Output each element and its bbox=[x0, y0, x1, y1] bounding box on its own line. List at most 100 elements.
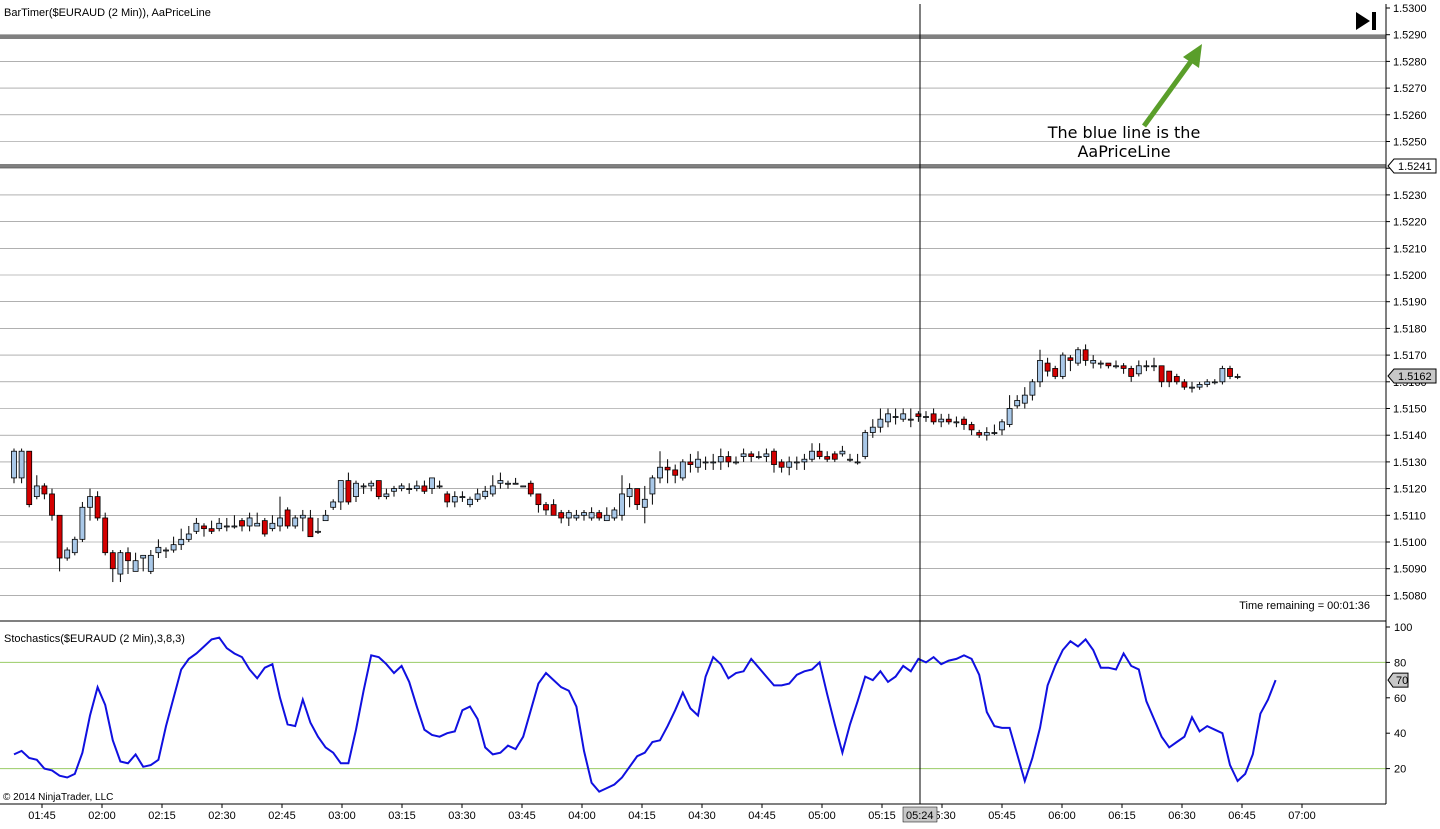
candle-body bbox=[641, 498, 648, 508]
price-line-tag: 1.5241 bbox=[1387, 158, 1437, 174]
candle-body bbox=[208, 528, 215, 532]
price-y-axis: 1.5300 1.5290 1.5280 1.5270 1.5260 1.5250 1.52… bbox=[1386, 3, 1427, 602]
last-price-tag-text: 1.5162 bbox=[1398, 371, 1432, 383]
candle-body bbox=[991, 432, 998, 434]
candle-body bbox=[649, 477, 656, 495]
stoch-panel: 100 80 60 40 20 Stochastics($EURAUD (2 Min),… bbox=[0, 620, 1412, 803]
candle-body bbox=[353, 482, 359, 498]
candle-body bbox=[809, 450, 815, 460]
candle-body bbox=[132, 560, 139, 572]
candle-body bbox=[1204, 381, 1211, 385]
candle-body bbox=[725, 456, 732, 463]
candle-body bbox=[451, 496, 458, 503]
candle-body bbox=[239, 520, 245, 527]
candle-body bbox=[543, 504, 549, 511]
stoch-panel-title: Stochastics($EURAUD (2 Min),3,8,3) bbox=[4, 633, 185, 645]
candle-body bbox=[945, 418, 952, 423]
candle-body bbox=[968, 424, 975, 431]
candle-body bbox=[1052, 368, 1059, 377]
candle-body bbox=[459, 496, 466, 499]
candle-body bbox=[748, 453, 755, 457]
candle-body bbox=[41, 485, 48, 495]
price-tick-label: 1.5090 bbox=[1393, 564, 1427, 576]
candle-body bbox=[1105, 362, 1112, 367]
candle-body bbox=[588, 512, 595, 519]
candle-body bbox=[664, 466, 671, 471]
candle-body bbox=[178, 538, 185, 546]
candle-body bbox=[983, 432, 990, 436]
x-tick-label: 06:00 bbox=[1048, 810, 1076, 822]
last-price-tag: 1.5162 bbox=[1387, 368, 1437, 384]
stoch-value-tag: 70 bbox=[1387, 672, 1409, 688]
candle-body bbox=[201, 525, 207, 530]
stoch-tick-label: 40 bbox=[1394, 728, 1406, 740]
x-tick-label: 06:45 bbox=[1228, 810, 1256, 822]
x-tick-label: 05:00 bbox=[808, 810, 836, 822]
candle-body bbox=[1128, 368, 1135, 377]
candle-body bbox=[117, 552, 124, 575]
price-panel: 1.5300 1.5290 1.5280 1.5270 1.5260 1.5250 1.52… bbox=[0, 3, 1437, 620]
candle-body bbox=[368, 482, 375, 487]
candle-body bbox=[125, 552, 131, 562]
candle-body bbox=[383, 493, 390, 498]
candle-body bbox=[1181, 381, 1188, 388]
end-bar-icon bbox=[1372, 12, 1376, 30]
stoch-y-axis: 100 80 60 40 20 bbox=[1386, 622, 1412, 776]
candle-body bbox=[1014, 400, 1021, 407]
candle-body bbox=[1067, 357, 1074, 361]
x-tick-label: 04:45 bbox=[748, 810, 776, 822]
candle-body bbox=[18, 450, 25, 479]
price-tick-label: 1.5270 bbox=[1393, 83, 1427, 95]
candle-body bbox=[527, 482, 534, 495]
candle-body bbox=[1075, 349, 1081, 364]
candle-body bbox=[1211, 381, 1218, 384]
candle-body bbox=[26, 450, 33, 506]
candle-body bbox=[657, 466, 663, 479]
candle-body bbox=[695, 458, 701, 468]
candle-body bbox=[1189, 386, 1195, 389]
candle-body bbox=[1082, 349, 1089, 361]
candle-body bbox=[710, 461, 717, 464]
candle-body bbox=[1219, 368, 1226, 383]
x-tick-label: 06:30 bbox=[1168, 810, 1196, 822]
candle-body bbox=[717, 456, 724, 463]
candle-body bbox=[421, 485, 428, 492]
candle-body bbox=[786, 461, 793, 468]
x-tick-label: 04:30 bbox=[688, 810, 716, 822]
candle-body bbox=[961, 418, 967, 425]
candle-body bbox=[816, 450, 823, 457]
chart-canvas: 1.5300 1.5290 1.5280 1.5270 1.5260 1.5250 1.52… bbox=[0, 3, 1437, 823]
candle-body bbox=[1021, 394, 1028, 404]
candle-body bbox=[429, 477, 435, 490]
stoch-tick-label: 20 bbox=[1394, 764, 1406, 776]
candle-body bbox=[702, 461, 709, 464]
candle-body bbox=[573, 514, 580, 519]
candle-body bbox=[801, 458, 808, 463]
candle-body bbox=[520, 485, 527, 488]
candle-body bbox=[550, 504, 557, 516]
candle-body bbox=[1196, 384, 1203, 388]
candle-body bbox=[900, 413, 907, 420]
candle-body bbox=[497, 480, 504, 484]
candle-body bbox=[733, 461, 739, 464]
candle-body bbox=[315, 530, 321, 533]
price-tick-label: 1.5210 bbox=[1393, 243, 1427, 255]
x-axis: 01:45 02:00 02:15 02:30 02:45 03:00 03:15 03:30… bbox=[28, 804, 1316, 822]
candle-body bbox=[679, 461, 686, 479]
candle-body bbox=[1037, 360, 1043, 383]
candle-body bbox=[109, 552, 116, 570]
price-tick-label: 1.5150 bbox=[1393, 404, 1427, 416]
candle-body bbox=[603, 514, 610, 522]
x-tick-label: 03:00 bbox=[328, 810, 356, 822]
candle-body bbox=[87, 496, 93, 508]
price-tick-label: 1.5260 bbox=[1393, 110, 1427, 122]
candle-body bbox=[558, 512, 565, 519]
candle-body bbox=[284, 509, 291, 527]
candle-body bbox=[1059, 354, 1066, 377]
price-tick-label: 1.5230 bbox=[1393, 190, 1427, 202]
candle-body bbox=[1120, 365, 1127, 369]
candle-body bbox=[467, 498, 473, 506]
candle-body bbox=[1135, 365, 1142, 375]
price-line-tag-text: 1.5241 bbox=[1398, 161, 1432, 173]
candle-body bbox=[535, 493, 542, 506]
